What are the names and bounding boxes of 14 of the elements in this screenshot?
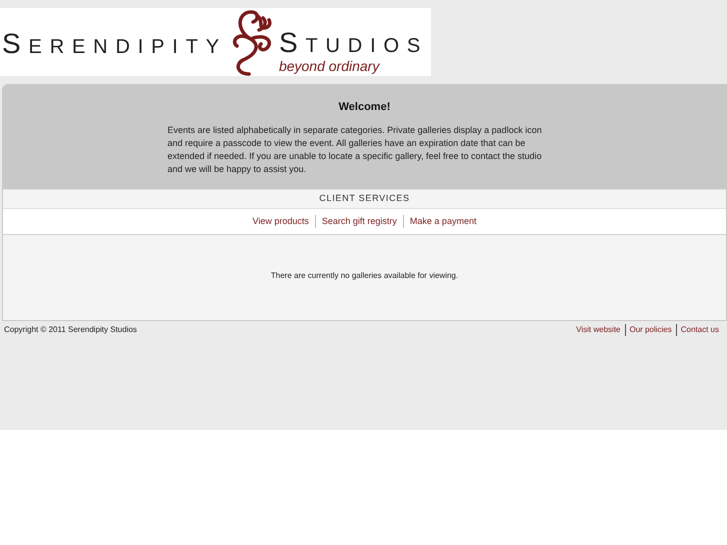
- client-services-title: CLIENT SERVICES: [319, 192, 410, 206]
- service-link[interactable]: Search gift registry: [314, 214, 403, 228]
- logo-text: Serendipity: [2, 30, 227, 58]
- service-link[interactable]: View products: [246, 214, 315, 228]
- logo-text: Studios: [278, 29, 428, 57]
- welcome-text: Events are listed alphabetically in separate categories. Private galleries display a padlock icon and require a passcode to view the event. All galleries have an expiration date that can be extended if needed. If you are unable to locate a specific gallery, feel free to contact the studio and we will be happy to assist you.: [168, 124, 543, 176]
- footer-link[interactable]: Contact us: [676, 324, 723, 336]
- logo-tagline: beyond ordinary: [278, 59, 380, 73]
- empty-message: There are currently no galleries available for viewing.: [270, 270, 458, 282]
- footer-link[interactable]: Visit website: [572, 324, 624, 336]
- footer-link[interactable]: Our policies: [624, 324, 676, 336]
- service-link[interactable]: Make a payment: [402, 214, 482, 228]
- welcome-title: Welcome!: [338, 100, 390, 115]
- copyright-text: Copyright © 2011 Serendipity Studios: [4, 324, 137, 336]
